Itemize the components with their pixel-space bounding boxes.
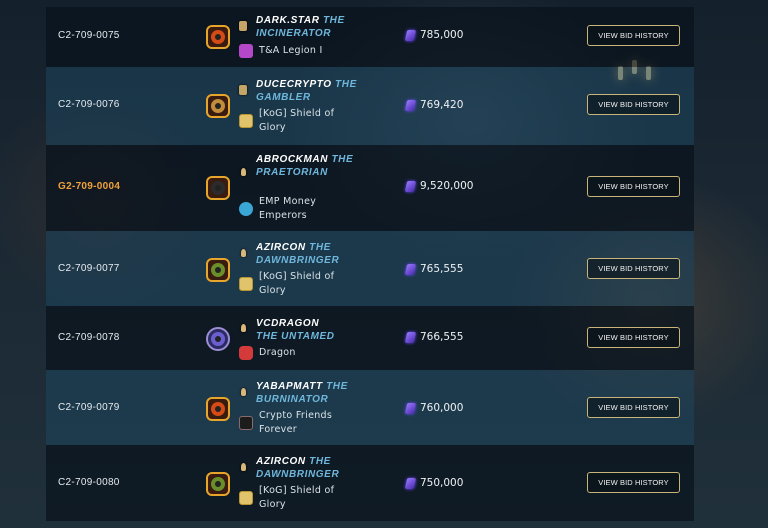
gold-shield-icon xyxy=(239,491,253,505)
guild-crest-icon xyxy=(206,472,230,496)
bid-row: C2-709-0076 DUCECRYPTO THE GAMBLER [KoG]… xyxy=(46,67,694,145)
dark-banner-icon xyxy=(239,416,253,430)
bid-amount: 9,520,000 xyxy=(404,180,474,192)
guild-name: [KoG] Shield of Glory xyxy=(259,271,335,296)
dec-gem-icon xyxy=(404,99,417,111)
gold-shield-icon xyxy=(239,277,253,291)
bid-amount: 750,000 xyxy=(404,477,464,489)
rank-gem-icon xyxy=(241,249,246,257)
bid-value: 766,555 xyxy=(420,331,464,343)
player-title: THE UNTAMED xyxy=(256,331,335,342)
guild-name: EMP Money Emperors xyxy=(259,196,317,221)
blue-orb-icon xyxy=(239,202,253,216)
guild-crest-icon xyxy=(206,94,230,118)
bid-row: C2-709-0077 AZIRCON THE DAWNBRINGER [KoG… xyxy=(46,231,694,306)
player-username: YABAPMATT xyxy=(256,381,323,392)
player-name: VCDRAGON THE UNTAMED xyxy=(256,317,366,343)
view-bid-history-button[interactable]: VIEW BID HISTORY xyxy=(587,25,680,46)
guild-info: [KoG] Shield of Glory xyxy=(239,270,339,297)
player-username: VCDRAGON xyxy=(256,318,320,329)
item-id: C2-709-0079 xyxy=(58,402,120,413)
dec-gem-icon xyxy=(404,29,417,41)
guild-name: [KoG] Shield of Glory xyxy=(259,485,335,510)
item-id: C2-709-0078 xyxy=(58,332,120,343)
player-username: AZIRCON xyxy=(256,242,306,253)
dec-gem-icon xyxy=(404,477,417,489)
bid-row: C2-709-0075 DARK.STAR THE INCINERATOR T&… xyxy=(46,7,694,67)
bid-row: G2-709-0004 ABROCKMAN THE PRAETORIAN EMP… xyxy=(46,145,694,231)
player-name: DARK.STAR THE INCINERATOR xyxy=(256,14,366,40)
gold-shield-icon xyxy=(239,114,253,128)
bid-row: C2-709-0080 AZIRCON THE DAWNBRINGER [KoG… xyxy=(46,445,694,521)
bid-row: C2-709-0079 YABAPMATT THE BURNINATOR Cry… xyxy=(46,370,694,445)
dec-gem-icon xyxy=(404,331,417,343)
item-id: C2-709-0080 xyxy=(58,477,120,488)
player-username: AZIRCON xyxy=(256,456,306,467)
bid-amount: 765,555 xyxy=(404,263,464,275)
item-id: C2-709-0076 xyxy=(58,99,120,110)
view-bid-history-button[interactable]: VIEW BID HISTORY xyxy=(587,258,680,279)
item-id: G2-709-0004 xyxy=(58,181,121,192)
player-name: AZIRCON THE DAWNBRINGER xyxy=(256,241,366,267)
rank-shield-icon xyxy=(239,21,247,31)
bid-value: 9,520,000 xyxy=(420,180,474,192)
view-bid-history-button[interactable]: VIEW BID HISTORY xyxy=(587,397,680,418)
bid-row: C2-709-0078 VCDRAGON THE UNTAMED Dragon … xyxy=(46,306,694,370)
dec-gem-icon xyxy=(404,180,417,192)
guild-crest-icon xyxy=(206,258,230,282)
player-username: ABROCKMAN xyxy=(256,154,329,165)
rank-shield-icon xyxy=(239,85,247,95)
guild-info: Dragon xyxy=(239,346,339,360)
guild-info: [KoG] Shield of Glory xyxy=(239,484,339,511)
item-id: C2-709-0075 xyxy=(58,30,120,41)
guild-name: [KoG] Shield of Glory xyxy=(259,108,335,133)
bid-amount: 766,555 xyxy=(404,331,464,343)
guild-crest-icon xyxy=(206,327,230,351)
dec-gem-icon xyxy=(404,402,417,414)
guild-info: Crypto Friends Forever xyxy=(239,409,339,436)
purple-banner-icon xyxy=(239,44,253,58)
bid-value: 765,555 xyxy=(420,263,464,275)
guild-name: Crypto Friends Forever xyxy=(259,410,333,435)
guild-info: T&A Legion I xyxy=(239,44,349,58)
rank-gem-icon xyxy=(241,168,246,176)
bid-amount: 769,420 xyxy=(404,99,464,111)
guild-crest-icon xyxy=(206,25,230,49)
item-id: C2-709-0077 xyxy=(58,263,120,274)
view-bid-history-button[interactable]: VIEW BID HISTORY xyxy=(587,472,680,493)
guild-crest-icon xyxy=(206,397,230,421)
player-name: YABAPMATT THE BURNINATOR xyxy=(256,380,366,406)
bid-amount: 760,000 xyxy=(404,402,464,414)
player-name: AZIRCON THE DAWNBRINGER xyxy=(256,455,366,481)
player-name: DUCECRYPTO THE GAMBLER xyxy=(256,78,366,104)
rank-gem-icon xyxy=(241,463,246,471)
bid-value: 785,000 xyxy=(420,29,464,41)
bid-value: 750,000 xyxy=(420,477,464,489)
player-name: ABROCKMAN THE PRAETORIAN xyxy=(256,153,366,179)
guild-crest-icon xyxy=(206,176,230,200)
rank-gem-icon xyxy=(241,324,246,332)
guild-info: EMP Money Emperors xyxy=(239,195,339,222)
player-username: DARK.STAR xyxy=(256,15,320,26)
bid-value: 760,000 xyxy=(420,402,464,414)
view-bid-history-button[interactable]: VIEW BID HISTORY xyxy=(587,176,680,197)
view-bid-history-button[interactable]: VIEW BID HISTORY xyxy=(587,327,680,348)
player-username: DUCECRYPTO xyxy=(256,79,332,90)
view-bid-history-button[interactable]: VIEW BID HISTORY xyxy=(587,94,680,115)
rank-gem-icon xyxy=(241,388,246,396)
guild-name: Dragon xyxy=(259,347,296,358)
red-dragon-icon xyxy=(239,346,253,360)
bid-amount: 785,000 xyxy=(404,29,464,41)
guild-info: [KoG] Shield of Glory xyxy=(239,107,339,134)
bid-value: 769,420 xyxy=(420,99,464,111)
dec-gem-icon xyxy=(404,263,417,275)
guild-name: T&A Legion I xyxy=(259,45,323,56)
